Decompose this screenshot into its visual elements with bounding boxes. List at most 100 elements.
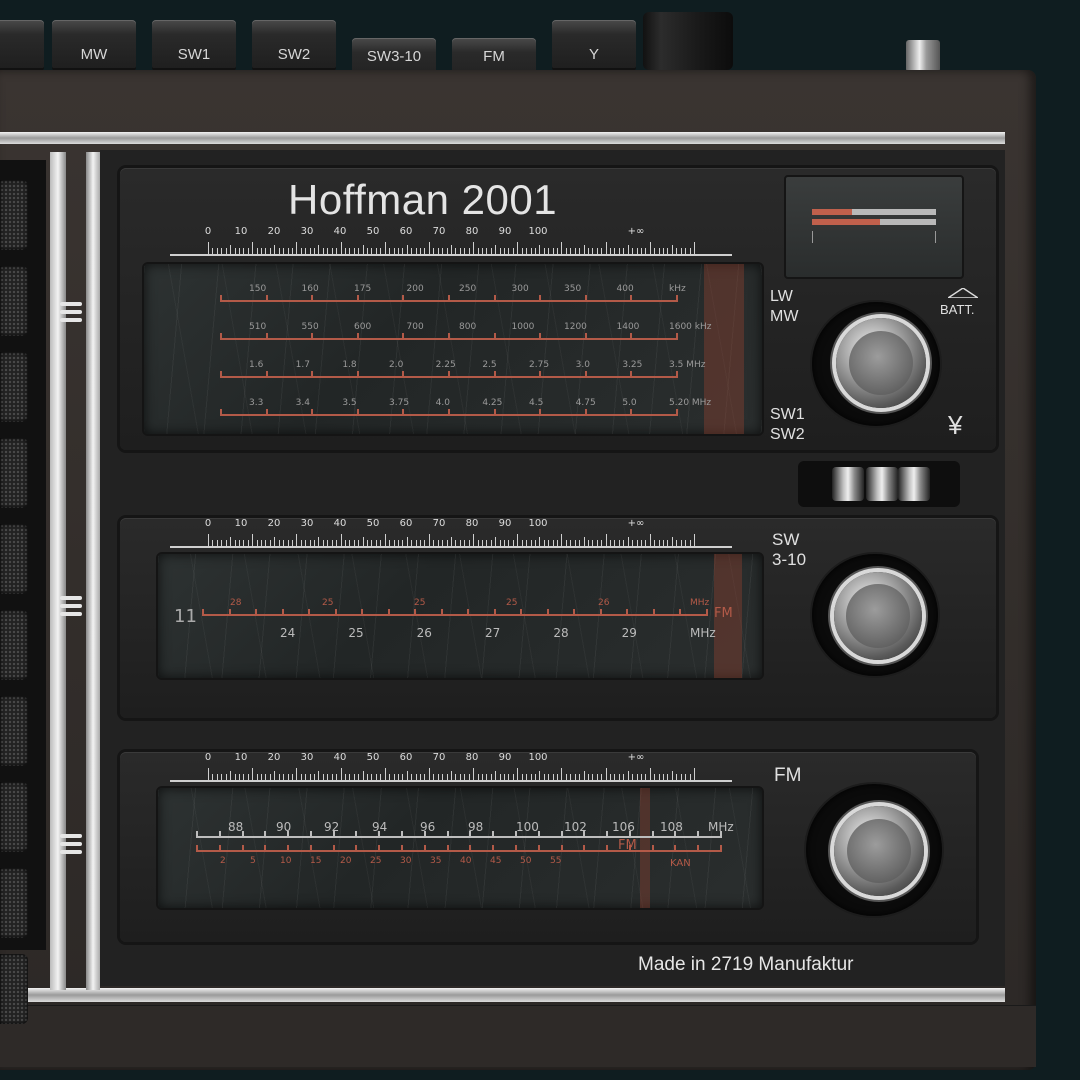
- band-frequency-label: 26: [598, 598, 610, 608]
- sw-tuning-knob[interactable]: [834, 572, 922, 660]
- band-frequency-label: 2.25: [435, 360, 456, 370]
- band-frequency-label: 25: [348, 626, 364, 640]
- scale-number: +∞: [627, 752, 645, 763]
- grille-cell: [0, 180, 28, 250]
- band-frequency-label: 3.5 MHz: [669, 360, 706, 370]
- key-lw[interactable]: [0, 20, 44, 68]
- band-frequency-label: 25: [506, 598, 518, 608]
- band-frequency-label: 1.7: [295, 360, 310, 370]
- band-frequency-label: 3.75: [389, 398, 410, 408]
- band-frequency-label: 1.6: [249, 360, 264, 370]
- band-frequency-label: 1400: [616, 322, 640, 332]
- scale-number: 30: [300, 226, 314, 237]
- band-frequency-label: 92: [324, 820, 340, 834]
- scale-number: 30: [300, 752, 314, 763]
- brand-title: Hoffman 2001: [288, 176, 558, 223]
- scale-number: 0: [204, 518, 212, 529]
- band-frequency-label: 600: [354, 322, 372, 332]
- key-sw1[interactable]: SW1: [152, 20, 236, 68]
- telescopic-antenna-base: [906, 40, 940, 72]
- label-lw: LW: [770, 288, 793, 305]
- band-frequency-label: 40: [460, 856, 472, 866]
- band-frequency-label: 26: [416, 626, 432, 640]
- lw-mw-tuning-knob[interactable]: [836, 318, 926, 408]
- band-frequency-label: 4.25: [482, 398, 503, 408]
- band-scale-line: [220, 333, 678, 340]
- power-rocker-switch[interactable]: [643, 12, 733, 70]
- scale-number: 70: [432, 518, 446, 529]
- band-frequency-label: 250: [459, 284, 477, 294]
- scale-number: 90: [498, 226, 512, 237]
- grille-cell: [0, 782, 28, 852]
- band-frequency-label: 5.20 MHz: [669, 398, 712, 408]
- band-frequency-label: 30: [400, 856, 412, 866]
- band-frequency-label: 1000: [511, 322, 535, 332]
- band-scale-line: [220, 409, 678, 416]
- band-frequency-label: 550: [301, 322, 319, 332]
- kan-label: KAN: [670, 858, 691, 869]
- label-mw: MW: [770, 308, 799, 325]
- band-frequency-label: 50: [520, 856, 532, 866]
- fm-tuning-knob[interactable]: [834, 806, 924, 896]
- label-batt: BATT.: [940, 302, 975, 317]
- grille-clip: [56, 828, 86, 858]
- band-frequency-label: MHz: [690, 598, 710, 608]
- band-frequency-label: 45: [490, 856, 502, 866]
- band-slide-switch[interactable]: [798, 461, 960, 507]
- dial-pointer: [704, 264, 744, 434]
- band-frequency-label: 106: [612, 820, 635, 834]
- scale-number: 50: [366, 518, 380, 529]
- scale-number: 100: [528, 518, 548, 529]
- tuning-signal-meter: [784, 175, 964, 279]
- grille-cell: [0, 438, 28, 508]
- tuning-scale-2: 0 10 20 30 40 50 60 70 80 90 100 +∞: [170, 518, 732, 548]
- band-frequency-label: 1200: [564, 322, 587, 332]
- scale-number: 40: [333, 226, 347, 237]
- band-frequency-label: MHz: [690, 626, 716, 640]
- scale-number: 0: [204, 226, 212, 237]
- scale-number: 100: [528, 752, 548, 763]
- band-frequency-label: 5.0: [622, 398, 637, 408]
- band-frequency-label: 3.5: [342, 398, 357, 408]
- scale-number: 80: [465, 752, 479, 763]
- band-frequency-label: 25: [322, 598, 334, 608]
- band-frequency-label: 200: [406, 284, 424, 294]
- band-frequency-label: 3.4: [295, 398, 310, 408]
- band-frequency-label: 28: [553, 626, 569, 640]
- fm-marker-label: FM: [618, 838, 637, 853]
- grille-cell: [0, 352, 28, 422]
- band-frequency-label: 5: [250, 856, 256, 866]
- dial-pointer: [640, 788, 650, 908]
- speaker-grille: [0, 160, 46, 1024]
- scale-number: 30: [300, 518, 314, 529]
- band-frequency-label: 4.75: [575, 398, 596, 408]
- band-frequency-label: 25: [370, 856, 382, 866]
- band-frequency-label: 1.8: [342, 360, 357, 370]
- scale-number: +∞: [627, 518, 645, 529]
- band-frequency-label: 400: [616, 284, 634, 294]
- band-frequency-label: 2.75: [529, 360, 550, 370]
- band-frequency-label: 20: [340, 856, 352, 866]
- band-frequency-label: 4.0: [435, 398, 450, 408]
- grille-cell: [0, 524, 28, 594]
- band-frequency-label: 35: [430, 856, 442, 866]
- key-label: MW: [80, 46, 108, 63]
- band-frequency-label: 24: [280, 626, 296, 640]
- key-sw2[interactable]: SW2: [252, 20, 336, 68]
- band-frequency-label: 28: [230, 598, 242, 608]
- band-frequency-label: 100: [516, 820, 539, 834]
- key-mw[interactable]: MW: [52, 20, 136, 68]
- tuning-scale-3: 0 10 20 30 40 50 60 70 80 90 100 +∞: [170, 752, 732, 782]
- band-frequency-label: kHz: [669, 284, 686, 294]
- band-frequency-label: 25: [414, 598, 426, 608]
- grille-clip: [56, 296, 86, 326]
- battery-triangle-icon: [948, 288, 978, 298]
- antenna-symbol-icon: ¥: [948, 410, 963, 440]
- band-frequency-label: 29: [621, 626, 637, 640]
- key-antenna[interactable]: Y: [552, 20, 636, 68]
- band-frequency-label: 4.5: [529, 398, 544, 408]
- band-frequency-label: 3.3: [249, 398, 264, 408]
- band-frequency-label: 2: [220, 856, 226, 866]
- scale-number: 20: [267, 226, 281, 237]
- key-label: SW2: [277, 46, 311, 63]
